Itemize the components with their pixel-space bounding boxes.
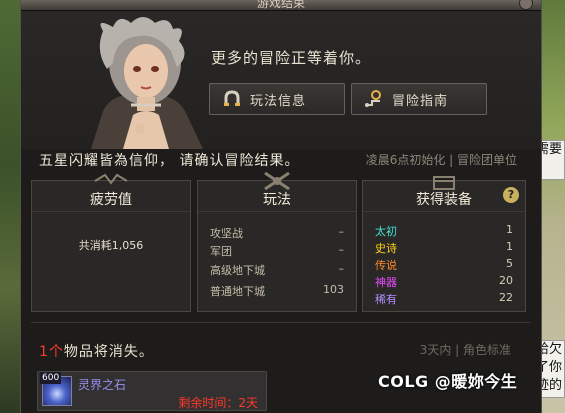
play-row-value: – (338, 225, 345, 238)
gear-count: 1 (506, 240, 513, 253)
expiring-note: 3天内 | 角色标准 (419, 343, 511, 357)
expiring-item-row[interactable]: 600 灵界之石 剩余时间：2天 (37, 371, 267, 411)
gear-row: 神器 20 (375, 274, 513, 290)
play-panel: 玩法 攻坚战 – 军团 – 高级地下城 – 普通地下城 103 (197, 171, 357, 312)
expiring-items-text: 1个物品将消失。 (39, 341, 154, 361)
play-row-value: – (338, 262, 345, 275)
section-divider (31, 322, 531, 323)
game-over-panel: 游戏结束 更多的冒险正等着你。 玩法信息 冒险指南 五星闪耀皆為信仰， 请确认冒… (20, 0, 542, 413)
gear-row: 传说 5 (375, 257, 513, 273)
item-name: 灵界之石 (78, 378, 127, 392)
help-icon[interactable]: ? (503, 187, 519, 203)
hero-section: 更多的冒险正等着你。 玩法信息 冒险指南 (21, 11, 541, 149)
gear-count: 20 (499, 274, 513, 287)
rules-info-label: 玩法信息 (250, 93, 307, 109)
background-scenery-left (0, 0, 20, 413)
gear-rarity-artifact: 神器 (375, 276, 397, 289)
gear-rarity-epic: 史诗 (375, 242, 397, 255)
rules-info-button[interactable]: 玩法信息 (209, 83, 345, 115)
adventure-prompt: 更多的冒险正等着你。 (211, 49, 372, 67)
gear-count: 22 (499, 291, 513, 304)
gear-row: 稀有 22 (375, 291, 513, 307)
gear-row: 太初 1 (375, 223, 513, 239)
play-row-name: 高级地下城 (210, 264, 265, 277)
horseshoe-icon (224, 90, 240, 106)
title-bar[interactable]: 游戏结束 (21, 0, 541, 11)
play-row: 攻坚战 – (210, 225, 344, 242)
route-pin-icon (365, 90, 381, 107)
window-title: 游戏结束 (256, 0, 305, 10)
play-row-name: 攻坚战 (210, 227, 243, 240)
expiring-label: 物品将消失。 (63, 344, 154, 360)
watermark: COLG @暖妳今生 (378, 372, 518, 391)
gear-count: 5 (506, 257, 513, 270)
gear-rarity-rare: 稀有 (375, 293, 397, 306)
gear-rarity-legendary: 传说 (375, 259, 397, 272)
gear-row: 史诗 1 (375, 240, 513, 256)
fatigue-panel: 疲劳值 共消耗1,056 (31, 173, 191, 312)
gear-panel: 获得装备 ? 太初 1 史诗 1 传说 5 神器 20 稀有 22 (362, 176, 526, 312)
play-row-name: 军团 (210, 245, 232, 258)
gear-header: 获得装备 (363, 181, 525, 212)
play-row-value: 103 (323, 283, 344, 296)
adventure-guide-button[interactable]: 冒险指南 (351, 83, 487, 115)
adventure-guide-label: 冒险指南 (392, 93, 449, 109)
character-portrait (91, 17, 203, 149)
play-row-name: 普通地下城 (210, 285, 265, 298)
play-row: 军团 – (210, 243, 344, 260)
gear-rarity-primordial: 太初 (375, 225, 397, 238)
play-row: 高级地下城 – (210, 262, 344, 279)
expiring-count: 1个 (39, 344, 64, 360)
fatigue-header: 疲劳值 (32, 181, 190, 212)
play-row-value: – (338, 243, 345, 256)
gear-count: 1 (506, 223, 513, 236)
reset-note: 凌晨6点初始化 | 冒险团单位 (365, 153, 517, 167)
play-row: 普通地下城 103 (210, 283, 344, 300)
fatigue-total: 共消耗1,056 (78, 239, 144, 252)
confirm-results-text: 五星闪耀皆為信仰， 请确认冒险结果。 (39, 153, 300, 169)
item-level-badge: 600 (40, 372, 62, 384)
item-remaining-time: 剩余时间：2天 (178, 396, 258, 410)
play-header: 玩法 (198, 181, 356, 212)
